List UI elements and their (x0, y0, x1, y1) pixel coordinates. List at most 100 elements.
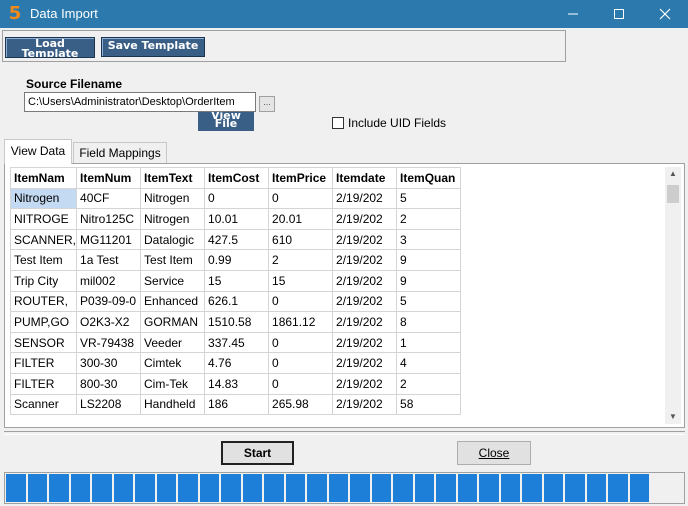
table-cell[interactable]: 2 (268, 249, 334, 271)
table-row[interactable]: ROUTER, P039-09-0 Enhanced 626.1 0 2/19/202 5 (10, 290, 462, 313)
table-cell[interactable]: 0 (268, 372, 334, 395)
table-cell[interactable]: Nitro125C (76, 208, 142, 230)
table-cell[interactable]: 14.83 (204, 372, 270, 395)
table-cell[interactable]: Nitrogen (10, 187, 78, 210)
table-cell[interactable]: 40CF (76, 187, 142, 210)
table-cell[interactable]: VR-79438 (76, 331, 142, 354)
table-row[interactable]: SENSOR VR-79438 Veeder 337.45 0 2/19/202 1 (10, 331, 462, 354)
table-cell[interactable]: FILTER (10, 372, 78, 395)
vertical-scrollbar[interactable]: ▲ ▼ (665, 167, 681, 424)
table-cell[interactable]: 427.5 (204, 228, 270, 251)
table-cell[interactable]: Test Item (10, 249, 78, 271)
table-cell[interactable]: 15 (204, 269, 270, 292)
column-header[interactable]: Itemdate (332, 167, 398, 189)
table-cell[interactable]: LS2208 (76, 393, 142, 416)
start-button[interactable]: Start (221, 441, 294, 465)
table-cell[interactable]: Trip City (10, 269, 78, 292)
table-cell[interactable]: 800-30 (76, 372, 142, 395)
table-cell[interactable]: GORMAN (140, 311, 206, 333)
table-cell[interactable]: 2/19/202 (332, 352, 398, 374)
table-cell[interactable]: 3 (396, 228, 462, 251)
table-cell[interactable]: 2/19/202 (332, 228, 398, 251)
table-cell[interactable]: 0 (268, 290, 334, 313)
table-cell[interactable]: 0 (268, 187, 334, 210)
table-cell[interactable]: 0 (268, 352, 334, 374)
table-cell[interactable]: 2/19/202 (332, 393, 398, 416)
table-cell[interactable]: ROUTER, (10, 290, 78, 313)
table-cell[interactable]: 4 (396, 352, 462, 374)
table-cell[interactable]: 5 (396, 290, 462, 313)
table-cell[interactable]: 58 (396, 393, 462, 416)
table-cell[interactable]: O2K3-X2 (76, 311, 142, 333)
table-row[interactable]: Nitrogen 40CF Nitrogen 0 0 2/19/202 5 (10, 187, 462, 210)
table-cell[interactable]: 265.98 (268, 393, 334, 416)
table-cell[interactable]: 15 (268, 269, 334, 292)
table-cell[interactable]: 0 (268, 331, 334, 354)
table-row[interactable]: PUMP,GO O2K3-X2 GORMAN 1510.58 1861.12 2/19/2… (10, 311, 462, 333)
table-cell[interactable]: 0 (204, 187, 270, 210)
table-cell[interactable]: 1a Test (76, 249, 142, 271)
table-cell[interactable]: 300-30 (76, 352, 142, 374)
tab-field-mappings[interactable]: Field Mappings (73, 142, 167, 163)
scroll-up-icon[interactable]: ▲ (665, 167, 681, 181)
save-template-button[interactable]: Save Template (101, 37, 205, 57)
table-cell[interactable]: 2/19/202 (332, 269, 398, 292)
column-header[interactable]: ItemNam (10, 167, 78, 189)
table-cell[interactable]: 2/19/202 (332, 187, 398, 210)
maximize-button[interactable] (596, 0, 642, 28)
view-file-button[interactable]: View File (198, 112, 254, 131)
table-cell[interactable]: Service (140, 269, 206, 292)
table-row[interactable]: Trip City mil002 Service 15 15 2/19/202 9 (10, 269, 462, 292)
table-cell[interactable]: PUMP,GO (10, 311, 78, 333)
column-header[interactable]: ItemNum (76, 167, 142, 189)
table-row[interactable]: Test Item 1a Test Test Item 0.99 2 2/19/202 9 (10, 249, 462, 271)
table-cell[interactable]: 2/19/202 (332, 331, 398, 354)
table-cell[interactable]: P039-09-0 (76, 290, 142, 313)
table-cell[interactable]: SENSOR (10, 331, 78, 354)
table-cell[interactable]: Nitrogen (140, 187, 206, 210)
table-cell[interactable]: Veeder (140, 331, 206, 354)
table-cell[interactable]: 2/19/202 (332, 249, 398, 271)
column-header[interactable]: ItemText (140, 167, 206, 189)
table-cell[interactable]: 10.01 (204, 208, 270, 230)
table-row[interactable]: SCANNER, MG11201 Datalogic 427.5 610 2/19/202… (10, 228, 462, 251)
source-filename-input[interactable]: C:\Users\Administrator\Desktop\OrderItem (24, 92, 256, 112)
table-cell[interactable]: mil002 (76, 269, 142, 292)
table-cell[interactable]: SCANNER, (10, 228, 78, 251)
include-uid-checkbox[interactable] (332, 117, 344, 129)
table-cell[interactable]: Handheld (140, 393, 206, 416)
table-cell[interactable]: Datalogic (140, 228, 206, 251)
column-header[interactable]: ItemPrice (268, 167, 334, 189)
table-cell[interactable]: Cim-Tek (140, 372, 206, 395)
table-cell[interactable]: Cimtek (140, 352, 206, 374)
table-cell[interactable]: 4.76 (204, 352, 270, 374)
table-cell[interactable]: 2/19/202 (332, 372, 398, 395)
scroll-thumb[interactable] (667, 185, 679, 203)
minimize-button[interactable] (550, 0, 596, 28)
table-cell[interactable]: 8 (396, 311, 462, 333)
browse-button[interactable]: ... (259, 96, 275, 112)
column-header[interactable]: ItemQuan (396, 167, 462, 189)
load-template-button[interactable]: Load Template (5, 37, 95, 58)
table-cell[interactable]: 186 (204, 393, 270, 416)
table-row[interactable]: NITROGE Nitro125C Nitrogen 10.01 20.01 2/19/2… (10, 208, 462, 230)
table-cell[interactable]: 5 (396, 187, 462, 210)
table-cell[interactable]: 2 (396, 372, 462, 395)
table-cell[interactable]: 2/19/202 (332, 311, 398, 333)
window-close-button[interactable] (642, 0, 688, 28)
table-cell[interactable]: Test Item (140, 249, 206, 271)
table-cell[interactable]: NITROGE (10, 208, 78, 230)
table-cell[interactable]: 2/19/202 (332, 208, 398, 230)
tab-view-data[interactable]: View Data (4, 139, 72, 164)
table-row[interactable]: Scanner LS2208 Handheld 186 265.98 2/19/202 58 (10, 393, 462, 416)
table-cell[interactable]: 337.45 (204, 331, 270, 354)
table-cell[interactable]: 9 (396, 269, 462, 292)
table-cell[interactable]: FILTER (10, 352, 78, 374)
table-cell[interactable]: 626.1 (204, 290, 270, 313)
table-cell[interactable]: 1861.12 (268, 311, 334, 333)
scroll-down-icon[interactable]: ▼ (665, 410, 681, 424)
table-cell[interactable]: 2/19/202 (332, 290, 398, 313)
table-cell[interactable]: Scanner (10, 393, 78, 416)
table-row[interactable]: FILTER 300-30 Cimtek 4.76 0 2/19/202 4 (10, 352, 462, 374)
table-row[interactable]: FILTER 800-30 Cim-Tek 14.83 0 2/19/202 2 (10, 372, 462, 395)
